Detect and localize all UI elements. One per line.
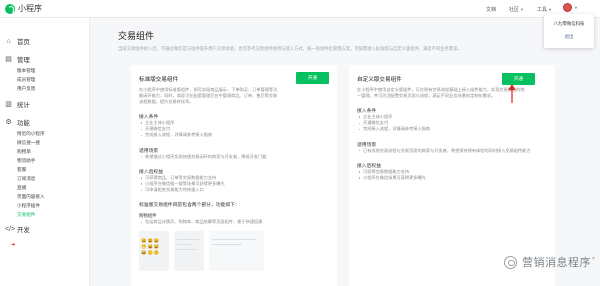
top-nav: 文档 社区▼ 工具▼ — [486, 0, 552, 18]
sidebar-item-plugins[interactable]: 小程序插件 — [0, 201, 89, 210]
sidebar-item-shopping-list[interactable]: 购物单 — [0, 147, 89, 156]
preview-image — [209, 230, 264, 271]
sidebar-item-subscribe[interactable]: 订阅消息 — [0, 174, 89, 183]
account-name: 八九零微信科技 — [553, 21, 585, 26]
preview-thumbnails: 😀😃😄 😁😆😅 😂🙂🙃 — [139, 230, 329, 271]
section-title: 适用场景 — [357, 142, 377, 148]
emoji-line: 😁😆😅 — [141, 243, 161, 249]
wechat-account-icon — [504, 255, 517, 269]
section-title: 接入后权益 — [357, 163, 381, 169]
sidebar-item-feedback[interactable]: 用户反馈 — [0, 84, 89, 93]
placeholder-line — [177, 243, 193, 246]
scroll-down-icon[interactable]: ▼ — [591, 256, 596, 262]
list-item: 已有成熟交易流程与交易页面的商家与开发者，希望保持原有体验的同时接入交易组件能力 — [357, 148, 547, 154]
miniprogram-logo-icon — [5, 3, 15, 14]
sidebar-item-page-content[interactable]: 页面内容接入 — [0, 192, 89, 201]
sidebar-item-logistics[interactable]: 物流助手 — [0, 156, 89, 165]
home-icon: ⌂ — [6, 38, 11, 45]
chevron-down-icon: ▼ — [520, 6, 525, 12]
account-menu[interactable]: ▼ — [563, 3, 578, 12]
list-item: 小程序在微信场景可获得更多曝光 — [357, 175, 547, 181]
top-link-tools-label: 工具 — [537, 6, 548, 13]
section-title: 接入条件 — [357, 109, 377, 114]
sidebar-group-home[interactable]: ⌂ 首页 — [5, 35, 89, 48]
list-item: 希望通过小程序实现快速交易闭环的商家与开发者，降低开发门槛 — [139, 154, 329, 160]
sidebar-item-version[interactable]: 版本管理 — [0, 66, 89, 75]
sidebar-item-members[interactable]: 成员管理 — [0, 75, 89, 84]
sidebar-group-label: 统计 — [17, 102, 30, 109]
top-link-community[interactable]: 社区▼ — [509, 6, 524, 13]
list-item: 可申请相关交易能力的快速入口 — [139, 187, 329, 193]
sidebar-group-label: 管理 — [17, 57, 30, 64]
sidebar-group-label: 首页 — [17, 39, 30, 46]
stats-icon: ▥ — [5, 101, 12, 108]
custom-component-card: 自定义版交易组件 开通 在小程序中使用自定义版组件，可在原有交易流程基础上接入组… — [349, 65, 555, 286]
sidebar-group-manage[interactable]: ▤ 管理 — [5, 53, 89, 66]
standard-component-card: 标准版交易组件 开通 在小程序中使用标准版组件，即可实现商品展示、下单购买、订单… — [131, 65, 337, 286]
main-content: 交易组件 当前交易组件接入后，可通过微信官方组件提升用户交易体验，也可参考交易组… — [118, 29, 570, 286]
placeholder-line — [212, 243, 242, 246]
manage-icon: ▤ — [5, 56, 12, 63]
app-logo[interactable]: 小程序 — [5, 3, 42, 14]
open-custom-button[interactable]: 开通 — [502, 73, 535, 85]
sidebar-item-customer-service[interactable]: 客服 — [0, 165, 89, 174]
list-item: 包括商品详情页、购物车、商品结算等页面组件，便于快速搭建 — [139, 219, 329, 225]
placeholder-line — [177, 238, 199, 241]
top-link-community-label: 社区 — [509, 6, 520, 13]
sidebar-item-search[interactable]: 微信搜一搜 — [0, 138, 89, 147]
chevron-down-icon: ▼ — [548, 6, 552, 12]
sidebar-item-live[interactable]: 直播 — [0, 183, 89, 192]
preview-image: 😀😃😄 😁😆😅 😂🙂🙃 — [139, 230, 169, 271]
page-description: 当前交易组件接入后，可通过微信官方组件提升用户交易体验，也可参考交易组件使用与接… — [118, 46, 462, 51]
section-title: 标准版交易组件目前包含两个部分，功能如下： — [139, 203, 240, 209]
card-description: 在小程序中使用标准版组件，即可实现商品展示、下单购买、订单管理等功能闭环能力，同… — [139, 87, 278, 104]
section-title: 适用场景 — [139, 148, 159, 154]
code-icon: </> — [5, 226, 16, 233]
sidebar-group-label: 开发 — [17, 227, 30, 234]
feature-icon: ⚙ — [5, 119, 12, 126]
card-description: 在小程序中使用自定义版组件，可在原有交易流程基础上接入组件能力，实现交易数据的统… — [357, 87, 525, 98]
list-item[interactable]: 完成接入流程，详情请参考接入指南 — [357, 126, 547, 132]
emoji-line: 😀😃😄 — [141, 237, 161, 243]
top-link-docs[interactable]: 文档 — [486, 6, 496, 13]
app-title: 小程序 — [18, 4, 42, 13]
sidebar-group-stats[interactable]: ▥ 统计 — [5, 98, 89, 111]
sidebar-item-nearby[interactable]: 附近的小程序 — [0, 129, 89, 138]
emoji-line: 😂🙂🙃 — [141, 249, 161, 255]
preview-image — [174, 230, 204, 271]
sidebar-item-trade-component[interactable]: 交易组件 — [0, 210, 89, 219]
list-item[interactable]: 完成接入流程，详情请参考接入指南 — [139, 132, 329, 138]
section-title: 接入后权益 — [139, 169, 163, 175]
chevron-down-icon: ▼ — [574, 5, 578, 10]
sidebar-group-label: 功能 — [17, 120, 30, 127]
avatar[interactable] — [563, 3, 573, 12]
placeholder-line — [177, 248, 197, 251]
watermark-text: 营销消息程序 — [522, 257, 591, 269]
section-title: 接入条件 — [139, 115, 159, 120]
annotation-arrow-icon — [508, 84, 516, 103]
open-standard-button[interactable]: 开通 — [296, 72, 329, 84]
page-title: 交易组件 — [118, 31, 155, 41]
watermark: 营销消息程序 — [504, 254, 591, 270]
emoji-row: 😀😃😄 😁😆😅 😂🙂🙃 — [141, 238, 160, 256]
marker-arrow-icon: ➜ — [11, 242, 16, 248]
top-bar: 小程序 文档 社区▼ 工具▼ ▼ — [0, 0, 600, 18]
placeholder-line — [212, 238, 256, 241]
top-link-tools[interactable]: 工具▼ — [537, 6, 552, 13]
sidebar-group-dev[interactable]: </> 开发 — [5, 223, 89, 236]
sidebar-group-features[interactable]: ⚙ 功能 — [5, 116, 89, 129]
